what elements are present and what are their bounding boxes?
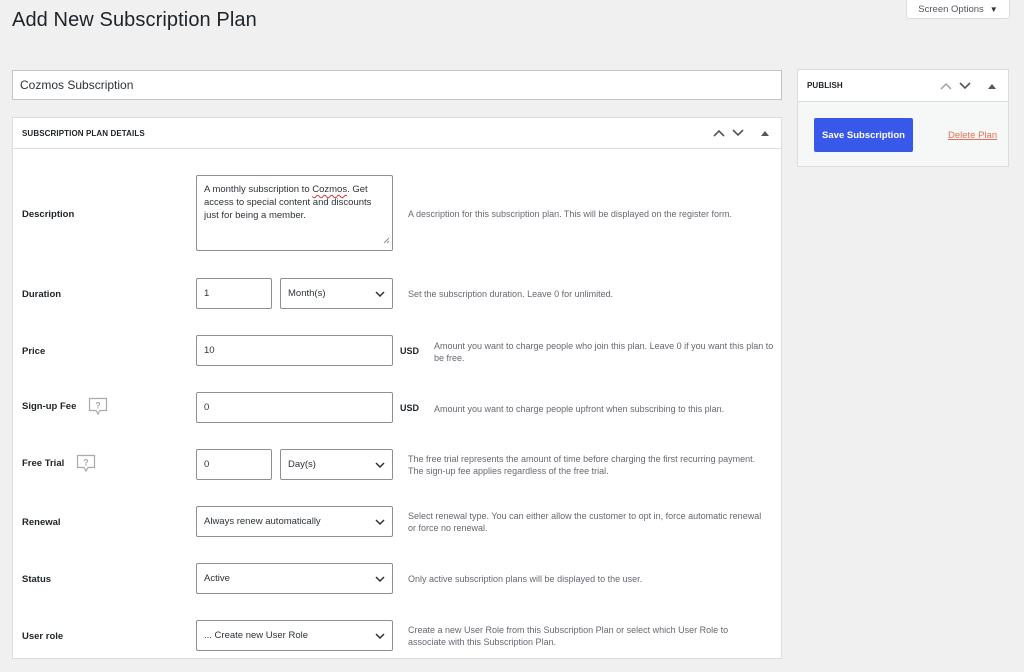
caret-down-icon: ▼	[989, 4, 998, 14]
save-subscription-button[interactable]: Save Subscription	[814, 118, 913, 152]
status-value: Active	[204, 573, 230, 584]
page-title: Add New Subscription Plan	[12, 9, 257, 31]
publish-box: Publish Save Subscription Delete Plan	[797, 69, 1009, 167]
publish-box-controls	[940, 80, 998, 92]
price-value: 10	[204, 345, 215, 356]
free-trial-input[interactable]: 0	[196, 449, 272, 480]
price-help: Amount you want to charge people who joi…	[434, 341, 774, 363]
details-box-header: Subscription Plan Details	[13, 118, 781, 149]
description-label: Description	[22, 209, 74, 220]
status-select[interactable]: Active	[196, 563, 393, 594]
duration-unit-select[interactable]: Month(s)	[280, 278, 393, 309]
resize-handle-icon[interactable]	[383, 235, 390, 248]
renewal-label: Renewal	[22, 517, 61, 528]
help-tooltip-icon[interactable]: ?	[88, 397, 108, 416]
publish-box-header: Publish	[798, 70, 1008, 102]
duration-label-text: Duration	[22, 289, 62, 300]
signup-fee-label-text: Sign-up Fee	[22, 401, 77, 412]
chevron-down-icon	[375, 461, 385, 468]
status-help: Only active subscription plans will be d…	[408, 574, 643, 584]
duration-label: Duration	[22, 289, 61, 300]
screen-options-button[interactable]: Screen Options ▼	[906, 0, 1010, 19]
plan-title-input[interactable]	[12, 70, 782, 100]
signup-fee-value: 0	[204, 402, 210, 413]
status-label-text: Status	[22, 574, 52, 585]
details-box-title: Subscription Plan Details	[22, 128, 145, 138]
svg-text:?: ?	[84, 458, 90, 468]
signup-fee-label: Sign-up Fee ?	[22, 397, 108, 416]
screen-options-label: Screen Options	[918, 3, 984, 15]
publish-box-body: Save Subscription Delete Plan	[798, 102, 1008, 166]
price-label: Price	[22, 346, 45, 357]
renewal-label-text: Renewal	[22, 517, 61, 528]
delete-plan-link[interactable]: Delete Plan	[948, 130, 997, 141]
help-tooltip-icon[interactable]: ?	[76, 454, 96, 473]
subscription-plan-details-box: Subscription Plan Details Description A …	[12, 117, 782, 659]
user-role-label: User role	[22, 631, 63, 642]
collapse-toggle-icon[interactable]	[759, 127, 771, 139]
chevron-down-icon	[375, 290, 385, 297]
description-help: A description for this subscription plan…	[408, 209, 732, 219]
details-box-controls	[713, 127, 771, 139]
price-input[interactable]: 10	[196, 335, 393, 366]
description-textarea[interactable]: A monthly subscription to Cozmos. Get ac…	[196, 175, 393, 251]
move-down-icon[interactable]	[732, 127, 744, 139]
chevron-down-icon	[375, 518, 385, 525]
description-text-prefix: A monthly subscription to	[204, 184, 313, 195]
svg-text:?: ?	[96, 401, 102, 411]
price-label-text: Price	[22, 346, 46, 357]
renewal-help: Select renewal type. You can either allo…	[408, 511, 762, 533]
user-role-help: Create a new User Role from this Subscri…	[408, 625, 729, 647]
free-trial-label-text: Free Trial	[22, 458, 65, 469]
chevron-down-icon	[375, 632, 385, 639]
collapse-toggle-icon[interactable]	[986, 80, 998, 92]
description-label-text: Description	[22, 209, 75, 220]
free-trial-help: The free trial represents the amount of …	[408, 454, 756, 476]
status-label: Status	[22, 574, 51, 585]
signup-fee-currency: USD	[400, 403, 420, 413]
user-role-select[interactable]: ... Create new User Role	[196, 620, 393, 651]
spellcheck-word: Cozmos	[312, 184, 348, 195]
free-trial-unit-value: Day(s)	[288, 459, 316, 470]
duration-unit-value: Month(s)	[288, 288, 326, 299]
free-trial-label: Free Trial ?	[22, 454, 96, 473]
move-up-icon[interactable]	[713, 127, 725, 139]
signup-fee-help: Amount you want to charge people upfront…	[434, 404, 725, 414]
user-role-value: ... Create new User Role	[204, 630, 309, 641]
description-value: A monthly subscription to Cozmos. Get ac…	[204, 183, 385, 222]
publish-box-title: Publish	[807, 81, 843, 90]
free-trial-value: 0	[204, 459, 210, 470]
price-currency: USD	[400, 346, 420, 356]
free-trial-unit-select[interactable]: Day(s)	[280, 449, 393, 480]
move-up-icon[interactable]	[940, 80, 952, 92]
duration-help: Set the subscription duration. Leave 0 f…	[408, 289, 614, 299]
duration-input[interactable]: 1	[196, 278, 272, 309]
duration-value: 1	[204, 288, 210, 299]
user-role-label-text: User role	[22, 631, 64, 642]
chevron-down-icon	[375, 575, 385, 582]
renewal-select[interactable]: Always renew automatically	[196, 506, 393, 537]
move-down-icon[interactable]	[959, 80, 971, 92]
signup-fee-input[interactable]: 0	[196, 392, 393, 423]
renewal-value: Always renew automatically	[204, 516, 321, 527]
